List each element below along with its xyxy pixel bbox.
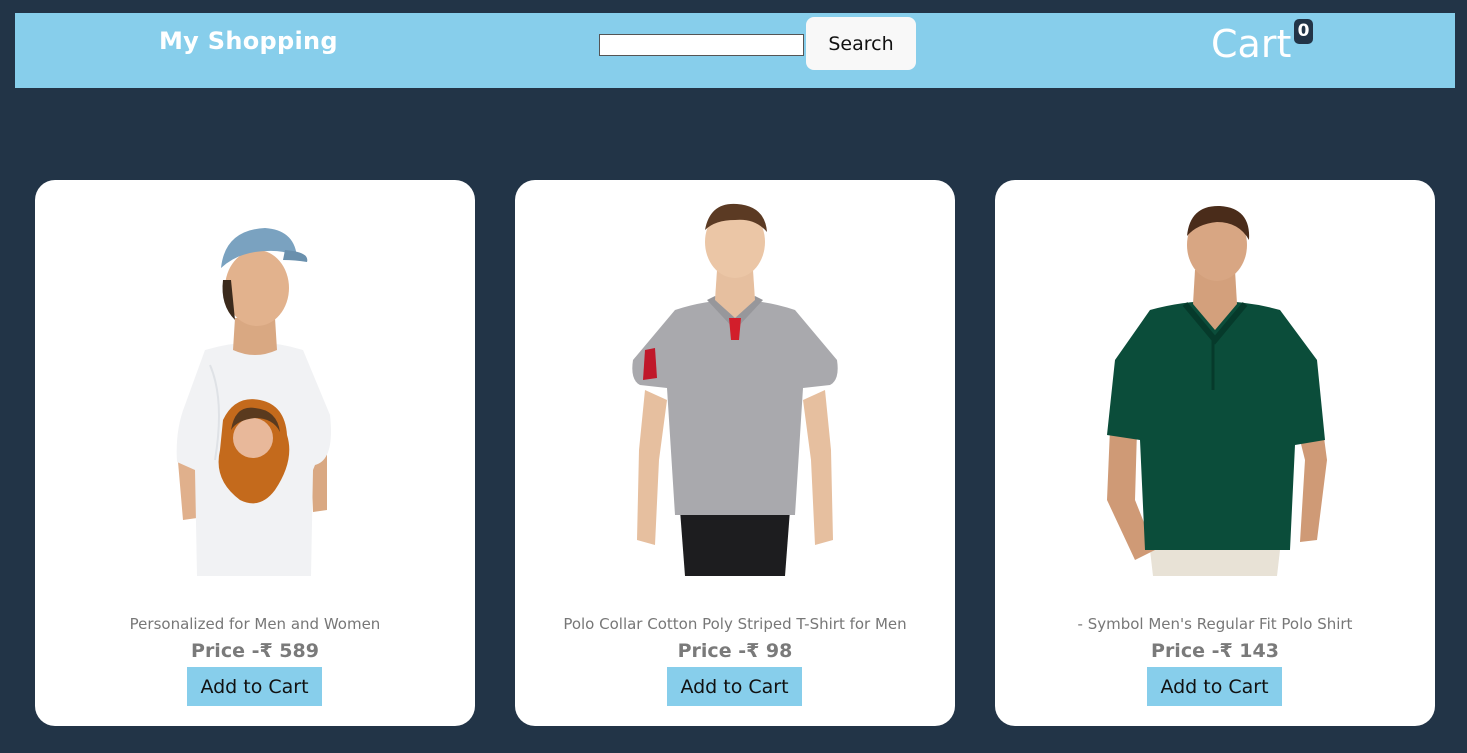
product-image: [995, 200, 1435, 576]
cart-count-badge: 0: [1294, 19, 1313, 44]
search-input[interactable]: [599, 34, 804, 56]
navbar: My Shopping Search Cart 0: [15, 13, 1455, 88]
product-image: [515, 200, 955, 576]
search-button[interactable]: Search: [806, 17, 916, 70]
man-grey-polo-shirt-image: [632, 203, 838, 576]
product-card: Polo Collar Cotton Poly Striped T-Shirt …: [515, 180, 955, 726]
add-to-cart-button[interactable]: Add to Cart: [187, 667, 322, 706]
brand-logo[interactable]: My Shopping: [159, 27, 338, 55]
man-green-polo-shirt-image: [1107, 205, 1327, 576]
add-to-cart-button[interactable]: Add to Cart: [1147, 667, 1282, 706]
product-card: - Symbol Men's Regular Fit Polo Shirt Pr…: [995, 180, 1435, 726]
product-title: Polo Collar Cotton Poly Striped T-Shirt …: [563, 615, 907, 633]
product-title: Personalized for Men and Women: [129, 615, 381, 633]
product-card: Personalized for Men and Women Price -₹ …: [35, 180, 475, 726]
product-image: [35, 200, 475, 576]
man-white-printed-tshirt-image: [176, 228, 331, 576]
product-title: - Symbol Men's Regular Fit Polo Shirt: [1077, 615, 1353, 633]
add-to-cart-button[interactable]: Add to Cart: [667, 667, 802, 706]
product-price: Price -₹ 98: [677, 640, 793, 662]
cart-link[interactable]: Cart: [1211, 22, 1291, 66]
product-price: Price -₹ 589: [191, 640, 319, 662]
product-price: Price -₹ 143: [1151, 640, 1279, 662]
